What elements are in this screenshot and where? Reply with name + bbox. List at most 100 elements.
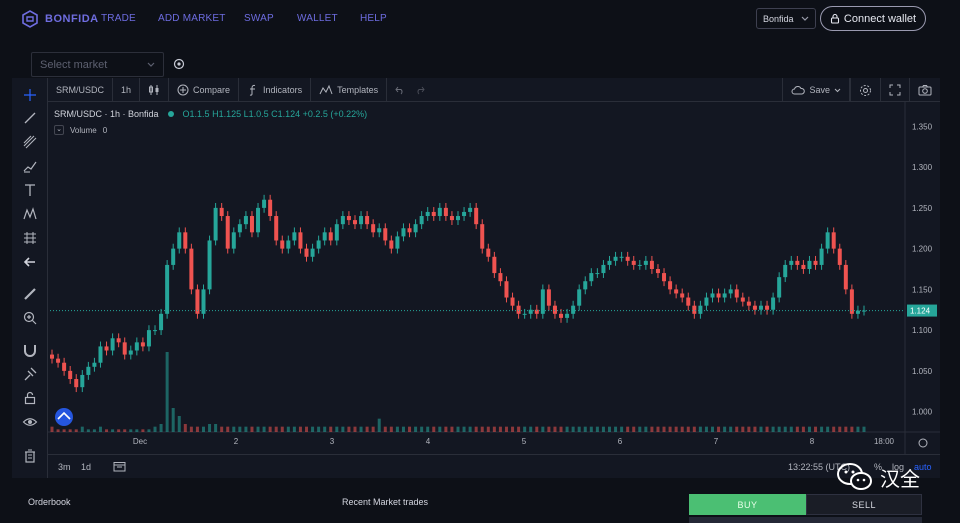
volume-bar — [535, 426, 539, 432]
volume-bar — [668, 426, 672, 432]
candle-body — [68, 370, 73, 380]
candle-body — [456, 216, 460, 221]
volume-bar — [395, 426, 399, 432]
market-info-icon[interactable] — [173, 58, 185, 70]
candle-body — [316, 240, 321, 249]
candle-body — [159, 313, 164, 331]
volume-bar — [238, 426, 242, 432]
network-select[interactable]: Bonfida — [756, 8, 816, 29]
candle-body — [504, 281, 509, 298]
candle-body — [607, 260, 612, 265]
candle-body — [789, 260, 794, 265]
volume-bar — [353, 426, 357, 432]
trade-panel-edge — [689, 517, 922, 523]
bonfida-logo[interactable]: BONFIDA — [20, 9, 99, 29]
volume-bar — [765, 426, 769, 432]
volume-bar — [462, 426, 466, 432]
chart-bottombar: 3m 1d 13:22:55 (UTC) % log auto — [48, 454, 940, 478]
candle-body — [74, 379, 79, 388]
volume-bar — [135, 429, 139, 432]
candle-body — [92, 362, 97, 367]
tradingview-chart[interactable]: SRM/USDC 1h Compare Indicators Templates… — [12, 77, 940, 478]
volume-bar — [456, 426, 460, 432]
candle-body — [480, 224, 485, 249]
volume-bar — [735, 426, 739, 432]
candle-body — [843, 264, 848, 290]
volume-bar — [208, 424, 212, 432]
volume-bar — [674, 426, 678, 432]
candle-body — [280, 240, 285, 249]
top-nav: BONFIDA TRADE ADD MARKET SWAP WALLET HEL… — [0, 0, 960, 38]
nav-swap[interactable]: SWAP — [244, 13, 274, 24]
market-select[interactable]: Select market — [31, 52, 164, 77]
date-range-icon[interactable] — [113, 461, 126, 472]
volume-bar — [195, 426, 199, 432]
volume-bar — [474, 426, 478, 432]
volume-bar — [305, 426, 309, 432]
candle-body — [56, 358, 61, 363]
candle-body — [62, 362, 67, 371]
candle-body — [395, 236, 400, 249]
volume-bar — [583, 426, 587, 432]
chevron-down-icon — [801, 16, 809, 21]
candle-body — [407, 228, 412, 233]
volume-bar — [844, 426, 848, 432]
candle-body — [346, 216, 351, 221]
volume-bar — [832, 426, 836, 432]
candle-body — [795, 260, 800, 265]
candle-body — [492, 256, 497, 274]
volume-bar — [529, 426, 533, 432]
volume-bar — [595, 426, 599, 432]
candle-body — [262, 199, 267, 208]
volume-bar — [856, 426, 860, 432]
candle-body — [243, 216, 248, 225]
sell-tab[interactable]: SELL — [806, 494, 922, 515]
candle-body — [546, 289, 551, 306]
time-tick-label: 6 — [618, 437, 623, 446]
volume-bar — [62, 429, 66, 432]
collapse-legend-icon[interactable]: ⌄ — [54, 125, 64, 135]
candle-body — [571, 305, 576, 314]
volume-bar — [541, 426, 545, 432]
candle-body — [165, 264, 170, 314]
nav-wallet[interactable]: WALLET — [297, 13, 338, 24]
volume-bar — [298, 426, 302, 432]
volume-bar — [56, 429, 60, 432]
candle-body — [807, 260, 812, 269]
nav-trade[interactable]: TRADE — [101, 13, 136, 24]
connect-wallet-button[interactable]: Connect wallet — [820, 6, 926, 31]
buy-tab[interactable]: BUY — [689, 494, 806, 515]
volume-bar — [292, 426, 296, 432]
volume-bar — [517, 426, 521, 432]
candle-body — [746, 301, 751, 306]
wechat-icon — [837, 463, 872, 490]
nav-add-market[interactable]: ADD MARKET — [158, 13, 226, 24]
candle-body — [728, 289, 733, 294]
candle-body — [98, 346, 103, 363]
volume-bar — [498, 426, 502, 432]
volume-bar — [747, 426, 751, 432]
range-1d[interactable]: 1d — [81, 462, 91, 472]
candle-body — [637, 264, 642, 266]
volume-bar — [201, 426, 205, 432]
volume-bar — [486, 426, 490, 432]
candle-body — [50, 354, 54, 359]
volume-bar — [408, 426, 412, 432]
volume-bar — [553, 426, 557, 432]
volume-bar — [807, 426, 811, 432]
candle-body — [359, 216, 364, 225]
candle-body — [352, 220, 357, 225]
price-chart[interactable]: 1.350 1.300 1.250 1.200 1.150 1.100 1.050 1.000… — [12, 78, 940, 478]
candle-body — [752, 305, 757, 310]
volume-bar — [680, 426, 684, 432]
volume-bar — [111, 429, 115, 432]
candle-body — [462, 211, 467, 217]
volume-bar — [329, 426, 333, 432]
price-tick-label: 1.050 — [912, 367, 933, 376]
nav-help[interactable]: HELP — [360, 13, 387, 24]
candle-body — [80, 374, 85, 388]
volume-legend: ⌄ Volume 0 — [54, 125, 107, 135]
range-3m[interactable]: 3m — [58, 462, 71, 472]
volume-bar — [371, 426, 375, 432]
volume-bar — [401, 426, 405, 432]
